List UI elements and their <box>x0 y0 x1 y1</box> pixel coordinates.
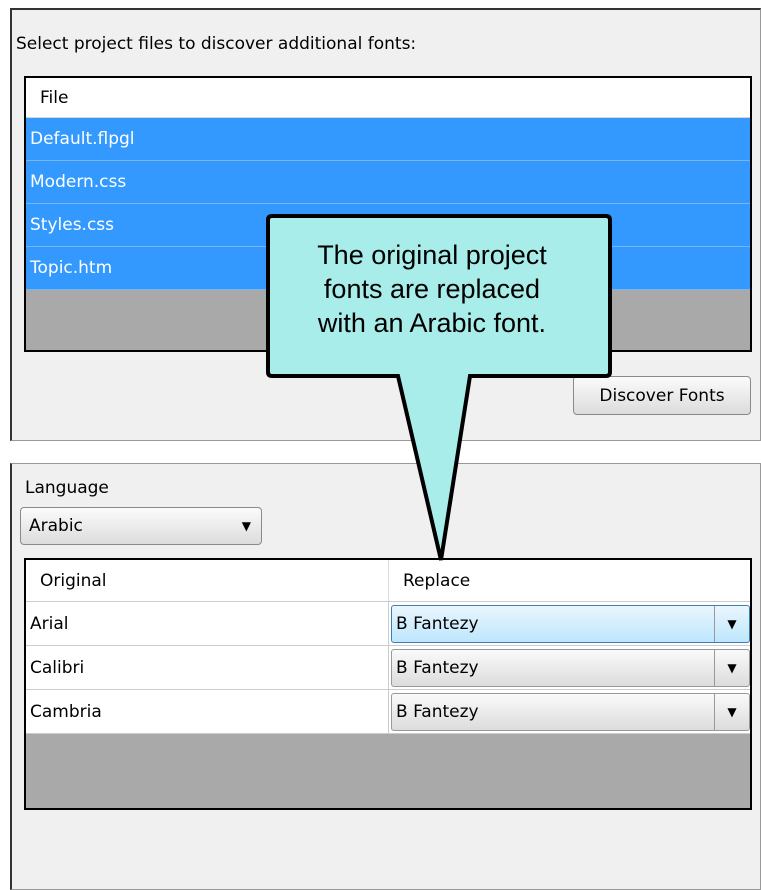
callout-text: The original project fonts are replaced … <box>272 238 592 340</box>
callout-bubble <box>266 214 612 561</box>
callout-line: fonts are replaced <box>323 274 541 304</box>
callout-line: The original project <box>317 240 547 270</box>
callout-line: with an Arabic font. <box>317 308 547 338</box>
